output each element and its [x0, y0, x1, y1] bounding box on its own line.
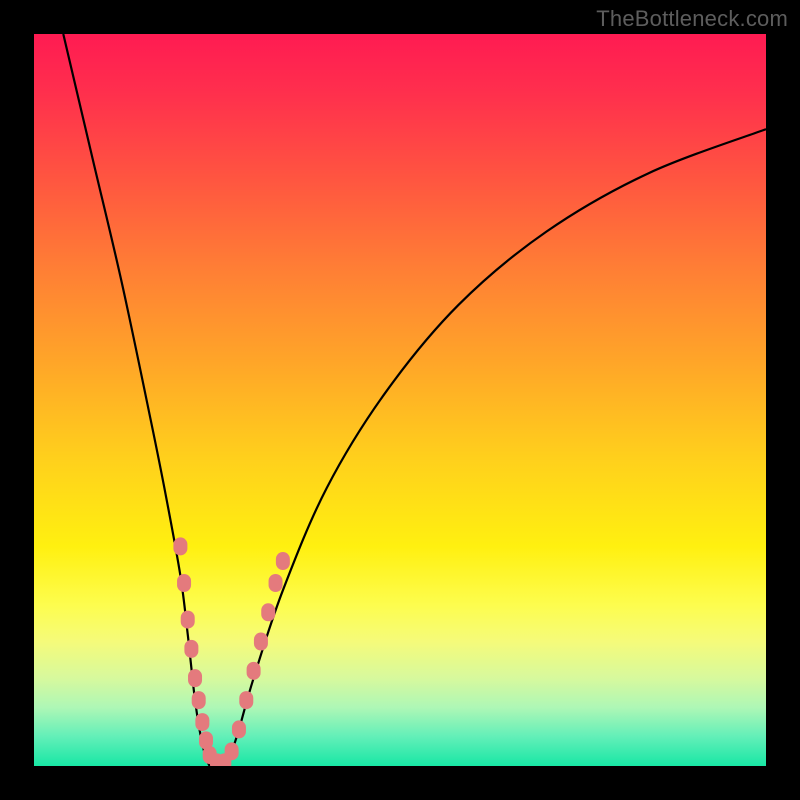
chart-frame: TheBottleneck.com: [0, 0, 800, 800]
marker-point: [247, 662, 261, 680]
marker-point: [239, 691, 253, 709]
marker-point: [232, 720, 246, 738]
marker-point: [181, 611, 195, 629]
watermark-text: TheBottleneck.com: [596, 6, 788, 32]
curve-svg: [34, 34, 766, 766]
marker-point: [225, 742, 239, 760]
marker-point: [177, 574, 191, 592]
marker-point: [261, 603, 275, 621]
marker-point: [195, 713, 209, 731]
marker-cluster: [173, 537, 289, 766]
bottleneck-curve: [63, 34, 766, 766]
marker-point: [192, 691, 206, 709]
plot-area: [34, 34, 766, 766]
marker-point: [173, 537, 187, 555]
marker-point: [276, 552, 290, 570]
marker-point: [254, 633, 268, 651]
marker-point: [188, 669, 202, 687]
marker-point: [184, 640, 198, 658]
marker-point: [269, 574, 283, 592]
